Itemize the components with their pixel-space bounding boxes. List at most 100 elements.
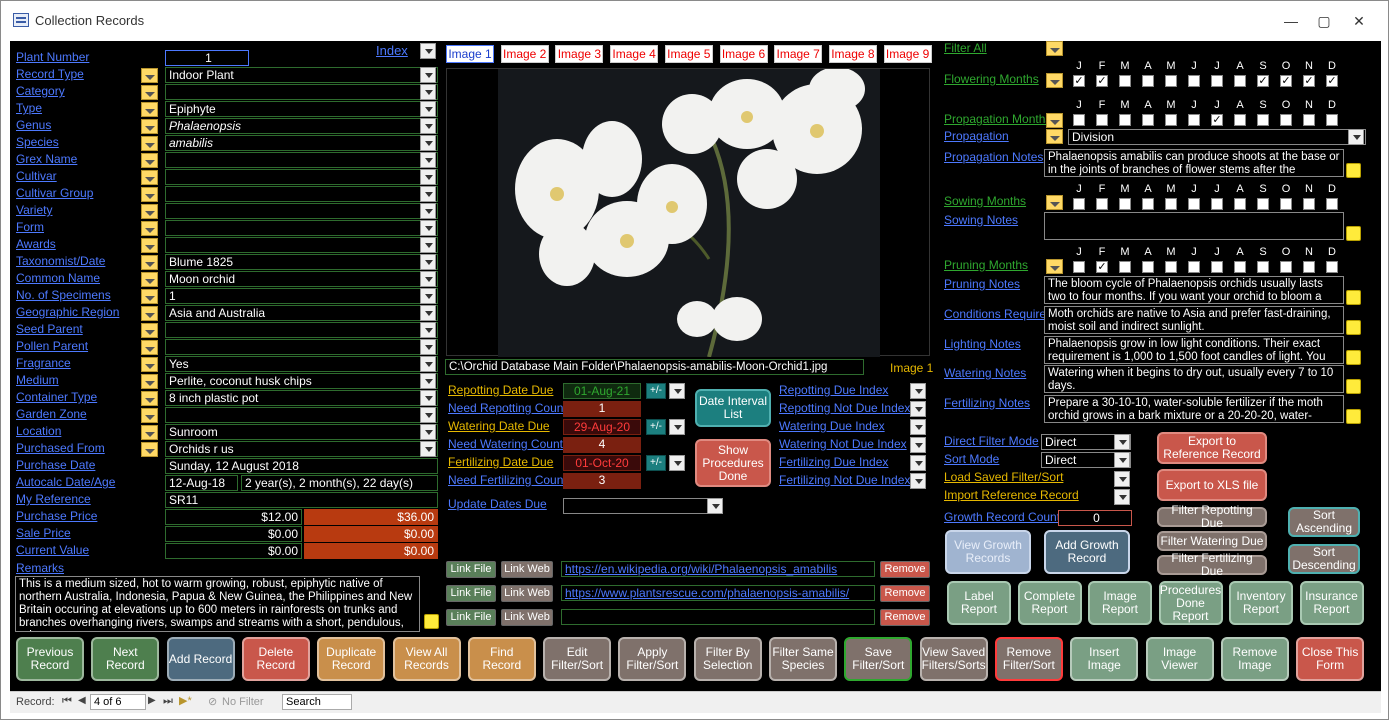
geographic-region-field[interactable]: Asia and Australia	[165, 305, 438, 321]
sowing-months-checkbox-7[interactable]	[1211, 198, 1223, 210]
sowing-months-checkbox-12[interactable]	[1326, 198, 1338, 210]
form-field[interactable]	[165, 220, 438, 236]
due-index-dropdown-icon-4[interactable]	[910, 437, 926, 453]
location-dropdown-icon[interactable]	[420, 424, 436, 440]
export-reference-button[interactable]: Export to Reference Record	[1157, 432, 1267, 464]
bottom-button-8[interactable]: Edit Filter/Sort	[543, 637, 612, 681]
watering-label[interactable]: Watering Notes	[944, 366, 1026, 380]
type-field[interactable]: Epiphyte	[165, 101, 438, 117]
awards-label[interactable]: Awards	[16, 237, 56, 251]
garden-zone-filter-button[interactable]	[141, 408, 158, 423]
watering-due-label[interactable]: Watering Date Due	[448, 419, 550, 433]
sort-mode-dropdown-icon[interactable]	[1114, 452, 1130, 468]
remarks-label[interactable]: Remarks	[16, 561, 64, 575]
watering-zoom-button[interactable]	[1346, 379, 1361, 394]
current-value-label[interactable]: Current Value	[16, 543, 89, 557]
fragrance-dropdown-icon[interactable]	[420, 356, 436, 372]
due-index-link-1[interactable]: Repotting Due Index	[779, 383, 888, 397]
type-dropdown-icon[interactable]	[420, 101, 436, 117]
due-index-dropdown-icon-5[interactable]	[910, 455, 926, 471]
autocalc-label[interactable]: Autocalc Date/Age	[16, 475, 115, 489]
link-web-button-1[interactable]: Link Web	[501, 561, 553, 578]
show-procedures-done-button[interactable]: Show Procedures Done	[695, 439, 771, 487]
link-file-button-3[interactable]: Link File	[446, 609, 496, 626]
sale-price-label[interactable]: Sale Price	[16, 526, 71, 540]
watering-plus-minus-button[interactable]: +/-	[646, 419, 666, 435]
image-tab-1[interactable]: Image 1	[446, 45, 494, 63]
propagation-label[interactable]: Propagation	[944, 129, 1009, 143]
due-index-link-2[interactable]: Repotting Not Due Index	[779, 401, 910, 415]
repotting-interval-dropdown-icon[interactable]	[669, 383, 685, 399]
record-type-dropdown-icon[interactable]	[420, 67, 436, 83]
pruning-months-checkbox-12[interactable]	[1326, 261, 1338, 273]
medium-filter-button[interactable]	[141, 374, 158, 389]
no-filter-icon[interactable]: ⊘	[208, 695, 217, 708]
pruning-months-checkbox-11[interactable]	[1303, 261, 1315, 273]
propagation-dropdown-icon[interactable]	[1348, 129, 1364, 145]
link-url-field-1[interactable]: https://en.wikipedia.org/wiki/Phalaenops…	[561, 561, 875, 577]
type-filter-button[interactable]	[141, 102, 158, 117]
genus-filter-button[interactable]	[141, 119, 158, 134]
flowering-checkbox-10[interactable]: ✓	[1280, 75, 1292, 87]
bottom-button-13[interactable]: View Saved Filters/Sorts	[919, 637, 988, 681]
pollen-parent-label[interactable]: Pollen Parent	[16, 339, 88, 353]
report-button-6[interactable]: Insurance Report	[1299, 581, 1364, 625]
propagation-notes-field[interactable]: Phalaenopsis amabilis can produce shoots…	[1044, 149, 1344, 177]
propagation-filter-button[interactable]	[1046, 129, 1063, 144]
container-type-field[interactable]: 8 inch plastic pot	[165, 390, 438, 406]
close-button[interactable]: ✕	[1349, 11, 1369, 31]
container-type-dropdown-icon[interactable]	[420, 390, 436, 406]
bottom-button-5[interactable]: Duplicate Record	[317, 637, 386, 681]
image-tab-8[interactable]: Image 8	[828, 45, 877, 63]
report-button-1[interactable]: Label Report	[947, 581, 1011, 625]
propagation-months-checkbox-8[interactable]	[1234, 114, 1246, 126]
pruning-notes-label[interactable]: Pruning Notes	[944, 277, 1020, 291]
category-dropdown-icon[interactable]	[420, 84, 436, 100]
taxonomist-date-filter-button[interactable]	[141, 255, 158, 270]
cultivar-label[interactable]: Cultivar	[16, 169, 57, 183]
propagation-notes-zoom-button[interactable]	[1346, 163, 1361, 178]
cultivar-group-filter-button[interactable]	[141, 187, 158, 202]
variety-label[interactable]: Variety	[16, 203, 52, 217]
cultivar-group-field[interactable]	[165, 186, 438, 202]
propagation-notes-label[interactable]: Propagation Notes	[944, 150, 1043, 164]
my-reference-label[interactable]: My Reference	[16, 492, 91, 506]
pruning-months-checkbox-5[interactable]	[1165, 261, 1177, 273]
genus-dropdown-icon[interactable]	[420, 118, 436, 134]
due-index-link-4[interactable]: Watering Not Due Index	[779, 437, 907, 451]
propagation-months-checkbox-9[interactable]	[1257, 114, 1269, 126]
filter-all-button[interactable]	[1046, 41, 1063, 56]
purchase-price-label[interactable]: Purchase Price	[16, 509, 97, 523]
cultivar-group-dropdown-icon[interactable]	[420, 186, 436, 202]
sowing-months-checkbox-10[interactable]	[1280, 198, 1292, 210]
cultivar-filter-button[interactable]	[141, 170, 158, 185]
image-tab-5[interactable]: Image 5	[664, 45, 713, 63]
pruning-months-checkbox-9[interactable]	[1257, 261, 1269, 273]
location-label[interactable]: Location	[16, 424, 61, 438]
flowering-checkbox-12[interactable]: ✓	[1326, 75, 1338, 87]
geographic-region-filter-button[interactable]	[141, 306, 158, 321]
seed-parent-label[interactable]: Seed Parent	[16, 322, 83, 336]
report-button-2[interactable]: Complete Report	[1017, 581, 1082, 625]
lighting-field[interactable]: Phalaenopsis grow in low light condition…	[1044, 336, 1344, 364]
link-web-button-3[interactable]: Link Web	[501, 609, 553, 626]
purchase-date-field[interactable]: Sunday, 12 August 2018	[165, 458, 438, 474]
fragrance-label[interactable]: Fragrance	[16, 356, 71, 370]
remove-link-button-1[interactable]: Remove	[880, 561, 930, 578]
medium-label[interactable]: Medium	[16, 373, 59, 387]
awards-dropdown-icon[interactable]	[420, 237, 436, 253]
maximize-button[interactable]: ▢	[1314, 11, 1334, 31]
variety-dropdown-icon[interactable]	[420, 203, 436, 219]
watering-interval-dropdown-icon[interactable]	[669, 419, 685, 435]
species-filter-button[interactable]	[141, 136, 158, 151]
link-file-button-1[interactable]: Link File	[446, 561, 496, 578]
form-filter-button[interactable]	[141, 221, 158, 236]
fertilizing-plus-minus-button[interactable]: +/-	[646, 455, 666, 471]
image-tab-6[interactable]: Image 6	[719, 45, 768, 63]
variety-field[interactable]	[165, 203, 438, 219]
flowering-checkbox-7[interactable]	[1211, 75, 1223, 87]
direct-filter-dropdown-icon[interactable]	[1114, 434, 1130, 450]
new-record-icon[interactable]: ▶*	[179, 694, 192, 707]
pruning-months-checkbox-2[interactable]: ✓	[1096, 261, 1108, 273]
bottom-button-6[interactable]: View All Records	[392, 637, 461, 681]
